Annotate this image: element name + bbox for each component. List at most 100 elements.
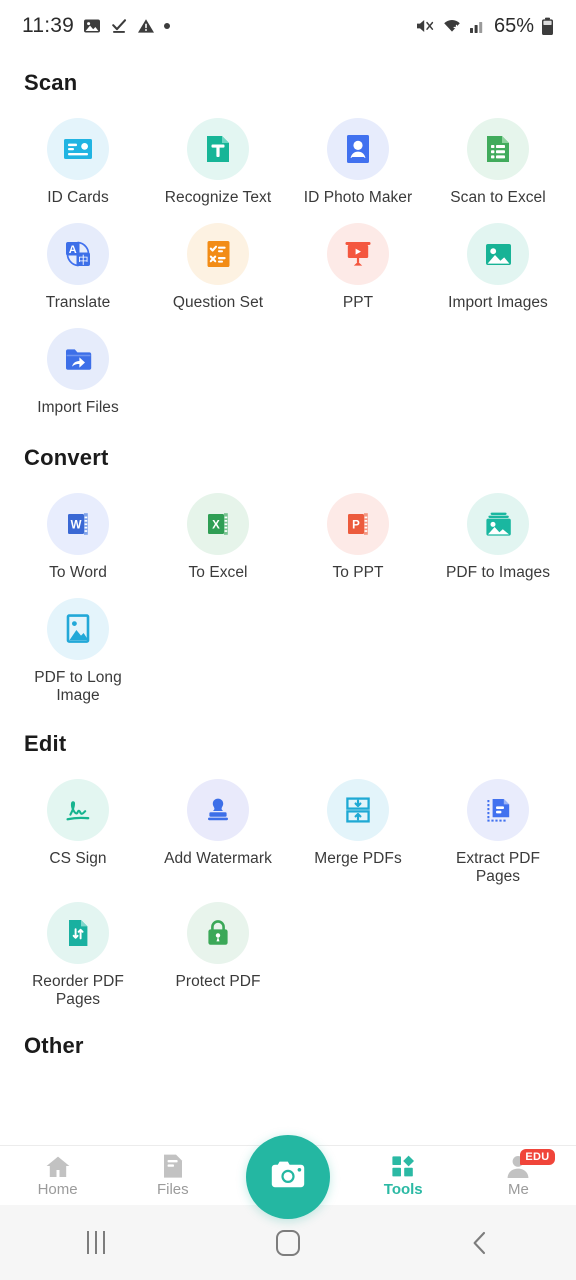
section-title-edit: Edit <box>24 731 67 756</box>
stamp-icon <box>187 779 249 841</box>
section-other: Other <box>0 1033 576 1059</box>
camera-icon <box>266 1155 310 1200</box>
download-complete-icon <box>110 17 128 35</box>
image-icon <box>83 17 101 35</box>
lock-icon <box>187 902 249 964</box>
svg-text:W: W <box>71 519 82 531</box>
id-card-icon <box>47 118 109 180</box>
tool-to-word[interactable]: W To Word <box>8 481 148 582</box>
import-files-icon <box>47 328 109 390</box>
ppt-icon <box>327 223 389 285</box>
tool-pdf-to-long-image[interactable]: PDF to Long Image <box>8 586 148 705</box>
reorder-pages-icon <box>47 902 109 964</box>
tool-label: To Word <box>49 564 107 581</box>
tool-id-photo-maker[interactable]: ID Photo Maker <box>288 106 428 207</box>
section-edit: Edit CS Sign Add Watermark Merge PDFs Ex… <box>0 731 576 1009</box>
powerpoint-icon: P <box>327 493 389 555</box>
status-bar-right: 65% <box>415 15 554 38</box>
tool-extract-pdf-pages[interactable]: Extract PDF Pages <box>428 767 568 886</box>
excel-icon: X <box>187 493 249 555</box>
section-convert: Convert W To Word X To Excel P To PPT PD… <box>0 445 576 705</box>
merge-pdf-icon <box>327 779 389 841</box>
tool-import-files[interactable]: Import Files <box>8 316 148 417</box>
tool-label: ID Cards <box>47 189 109 206</box>
svg-text:X: X <box>212 520 220 532</box>
extract-pages-icon <box>467 779 529 841</box>
tab-me[interactable]: EDU Me <box>461 1146 576 1205</box>
translate-icon: A 中 <box>47 223 109 285</box>
tool-pdf-to-images[interactable]: PDF to Images <box>428 481 568 582</box>
word-icon: W <box>47 493 109 555</box>
svg-text:A: A <box>69 244 77 256</box>
pdf-images-icon <box>467 493 529 555</box>
tool-label: Question Set <box>172 294 264 311</box>
tool-ppt[interactable]: PPT <box>288 211 428 312</box>
tool-translate[interactable]: A 中 Translate <box>8 211 148 312</box>
scan-excel-icon <box>467 118 529 180</box>
section-title-other: Other <box>24 1033 84 1058</box>
files-icon <box>161 1153 185 1179</box>
svg-text:中: 中 <box>78 253 89 266</box>
battery-icon <box>541 17 554 36</box>
edu-badge: EDU <box>520 1149 555 1165</box>
tools-scroll-area[interactable]: Scan ID Cards Recognize Text ID Photo Ma… <box>0 52 576 1145</box>
tool-to-ppt[interactable]: P To PPT <box>288 481 428 582</box>
tool-label: Import Files <box>37 399 119 416</box>
section-title-convert: Convert <box>24 445 109 470</box>
scan-grid: ID Cards Recognize Text ID Photo Maker S… <box>0 96 576 417</box>
tab-tools[interactable]: Tools <box>346 1146 461 1205</box>
tool-label: PPT <box>342 294 374 311</box>
tool-recognize-text[interactable]: Recognize Text <box>148 106 288 207</box>
tool-label: Merge PDFs <box>314 850 402 867</box>
home-square-icon[interactable] <box>192 1229 384 1256</box>
tool-label: Protect PDF <box>175 973 261 990</box>
tab-label: Files <box>156 1181 189 1198</box>
tool-reorder-pdf-pages[interactable]: Reorder PDF Pages <box>8 890 148 1009</box>
tool-merge-pdfs[interactable]: Merge PDFs <box>288 767 428 886</box>
section-title-scan: Scan <box>24 70 78 95</box>
mute-icon <box>415 17 435 35</box>
tool-cs-sign[interactable]: CS Sign <box>8 767 148 886</box>
question-set-icon <box>187 223 249 285</box>
tool-label: Import Images <box>448 294 548 311</box>
camera-capture-button[interactable] <box>246 1135 330 1219</box>
long-image-icon <box>47 598 109 660</box>
warning-icon <box>137 17 155 35</box>
tool-label: PDF to Long Image <box>34 669 122 704</box>
tool-id-cards[interactable]: ID Cards <box>8 106 148 207</box>
status-bar: 11:39 65% <box>0 0 576 52</box>
app-screen: 11:39 65% Scan ID Cards Recognize Text I… <box>0 0 576 1280</box>
recent-apps-icon[interactable] <box>0 1231 192 1254</box>
tool-import-images[interactable]: Import Images <box>428 211 568 312</box>
back-chevron-icon[interactable] <box>384 1230 576 1256</box>
tool-add-watermark[interactable]: Add Watermark <box>148 767 288 886</box>
tool-label: Reorder PDF Pages <box>32 973 124 1008</box>
tool-label: Translate <box>45 294 111 311</box>
convert-grid: W To Word X To Excel P To PPT PDF to Ima… <box>0 471 576 705</box>
tool-label: Recognize Text <box>164 189 272 206</box>
tool-label: Scan to Excel <box>450 189 546 206</box>
status-time: 11:39 <box>22 14 74 37</box>
tool-scan-to-excel[interactable]: Scan to Excel <box>428 106 568 207</box>
id-photo-icon <box>327 118 389 180</box>
tool-label: Extract PDF Pages <box>455 850 541 885</box>
tools-icon <box>390 1153 416 1179</box>
home-icon <box>45 1153 71 1179</box>
tool-label: ID Photo Maker <box>303 189 413 206</box>
tool-protect-pdf[interactable]: Protect PDF <box>148 890 288 1009</box>
tool-label: To PPT <box>332 564 384 581</box>
tab-label: Me <box>507 1181 529 1198</box>
dot-icon <box>164 23 170 29</box>
recognize-text-icon <box>187 118 249 180</box>
tool-label: PDF to Images <box>445 564 551 581</box>
wifi-icon <box>442 17 462 35</box>
tool-to-excel[interactable]: X To Excel <box>148 481 288 582</box>
tab-home[interactable]: Home <box>0 1146 115 1205</box>
tool-label: CS Sign <box>49 850 107 867</box>
tool-label: Add Watermark <box>164 850 272 867</box>
signal-icon <box>469 17 487 35</box>
tool-question-set[interactable]: Question Set <box>148 211 288 312</box>
tab-files[interactable]: Files <box>115 1146 230 1205</box>
status-bar-left: 11:39 <box>22 14 170 38</box>
signature-icon <box>47 779 109 841</box>
